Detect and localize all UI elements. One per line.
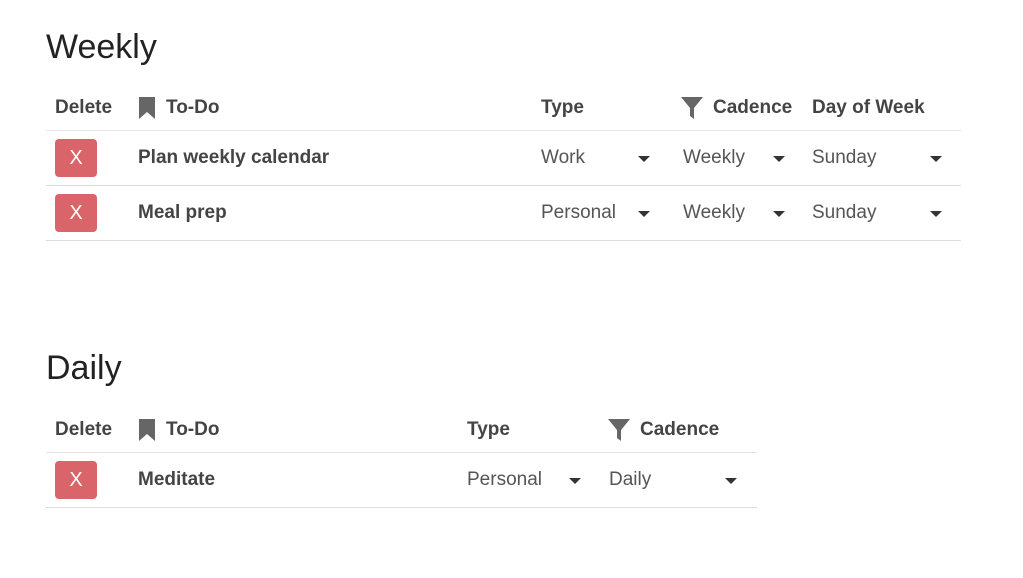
type-select[interactable]: Work: [541, 131, 666, 185]
cadence-select-value: Weekly: [683, 202, 745, 223]
delete-cell: X: [55, 186, 97, 240]
type-select[interactable]: Personal: [467, 453, 592, 507]
bookmark-icon: [139, 97, 155, 119]
header-delete: Delete: [55, 419, 113, 440]
day-select-value: Sunday: [812, 147, 877, 168]
delete-button[interactable]: X: [55, 194, 97, 232]
header-cadence[interactable]: Cadence: [681, 86, 795, 130]
daily-section-title: Daily: [46, 349, 122, 387]
caret-down-icon: [638, 156, 650, 162]
cadence-select[interactable]: Daily: [609, 453, 749, 507]
todo-text[interactable]: Meal prep: [138, 186, 227, 240]
daily-table-header: Delete To-Do Type Cadence: [46, 408, 757, 453]
header-type[interactable]: Type: [467, 408, 510, 452]
header-todo[interactable]: To-Do: [138, 86, 219, 130]
header-todo-label: To-Do: [166, 97, 220, 118]
type-select-value: Personal: [467, 469, 542, 490]
weekly-table: Delete To-Do Type Cadence Day of Week X …: [46, 86, 961, 241]
header-todo-label: To-Do: [166, 419, 220, 440]
header-type[interactable]: Type: [541, 86, 584, 130]
delete-button[interactable]: X: [55, 461, 97, 499]
caret-down-icon: [725, 478, 737, 484]
daily-table: Delete To-Do Type Cadence X Meditate Per…: [46, 408, 757, 508]
delete-button[interactable]: X: [55, 139, 97, 177]
header-todo[interactable]: To-Do: [138, 408, 219, 452]
caret-down-icon: [638, 211, 650, 217]
weekly-section-title: Weekly: [46, 28, 157, 66]
caret-down-icon: [773, 156, 785, 162]
header-cadence-label: Cadence: [640, 419, 720, 440]
table-row: X Meal prep Personal Weekly Sunday: [46, 186, 961, 241]
cadence-select[interactable]: Weekly: [683, 131, 793, 185]
type-select-value: Personal: [541, 202, 616, 223]
table-row: X Meditate Personal Daily: [46, 453, 757, 508]
caret-down-icon: [569, 478, 581, 484]
caret-down-icon: [930, 211, 942, 217]
filter-icon: [681, 97, 703, 119]
day-select[interactable]: Sunday: [812, 131, 952, 185]
filter-icon: [608, 419, 630, 441]
day-select-value: Sunday: [812, 202, 877, 223]
header-cadence-label: Cadence: [713, 97, 793, 118]
header-delete: Delete: [55, 97, 113, 118]
cadence-select[interactable]: Weekly: [683, 186, 793, 240]
caret-down-icon: [930, 156, 942, 162]
cadence-select-value: Daily: [609, 469, 652, 490]
type-select[interactable]: Personal: [541, 186, 666, 240]
delete-cell: X: [55, 453, 97, 507]
type-select-value: Work: [541, 147, 585, 168]
todo-text[interactable]: Meditate: [138, 453, 215, 507]
bookmark-icon: [139, 419, 155, 441]
todo-text[interactable]: Plan weekly calendar: [138, 131, 329, 185]
header-day-of-week[interactable]: Day of Week: [812, 86, 925, 130]
weekly-table-header: Delete To-Do Type Cadence Day of Week: [46, 86, 961, 131]
delete-cell: X: [55, 131, 97, 185]
day-select[interactable]: Sunday: [812, 186, 952, 240]
header-cadence[interactable]: Cadence: [608, 408, 719, 452]
cadence-select-value: Weekly: [683, 147, 745, 168]
table-row: X Plan weekly calendar Work Weekly Sunda…: [46, 131, 961, 186]
caret-down-icon: [773, 211, 785, 217]
